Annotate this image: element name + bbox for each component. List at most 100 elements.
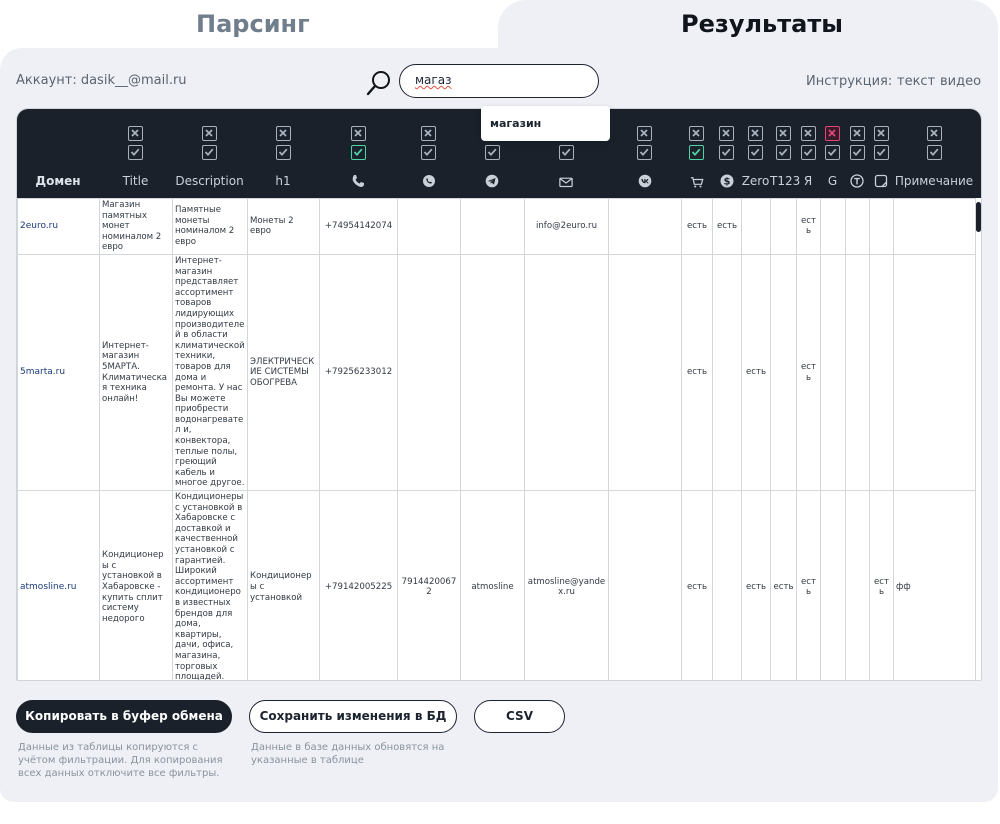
include-filter-checkbox[interactable]: [719, 145, 734, 160]
cell-zero[interactable]: [741, 198, 771, 255]
include-filter-checkbox[interactable]: [926, 145, 942, 160]
cell-zero[interactable]: есть: [741, 490, 771, 680]
cell-note[interactable]: фф: [893, 490, 976, 680]
cell-whatsapp[interactable]: [397, 253, 461, 492]
header-label[interactable]: Я: [796, 174, 820, 188]
cell-whatsapp[interactable]: [397, 198, 461, 255]
cell-g[interactable]: [820, 253, 846, 492]
cell-sq[interactable]: есть: [869, 490, 894, 680]
exclude-filter-checkbox[interactable]: [637, 126, 652, 141]
include-filter-checkbox[interactable]: [558, 145, 574, 160]
cell-title[interactable]: Интернет-магазин 5МАРТА. Климатическая т…: [99, 253, 173, 492]
cell-email[interactable]: atmosline@yandex.ru: [524, 490, 609, 680]
tab-results-label[interactable]: Результаты: [681, 10, 843, 38]
cell-description[interactable]: Памятные монеты номиналом 2 евро: [172, 198, 248, 255]
cell-cart[interactable]: есть: [681, 253, 713, 492]
search-input[interactable]: магаз: [399, 64, 599, 98]
table-row[interactable]: 5marta.ru Интернет-магазин 5МАРТА. Климат…: [17, 253, 976, 492]
cell-cart[interactable]: есть: [681, 198, 713, 255]
exclude-filter-checkbox[interactable]: [719, 126, 734, 141]
cell-ya[interactable]: есть: [796, 253, 821, 492]
cell-t[interactable]: [845, 490, 870, 680]
cell-g[interactable]: [820, 198, 846, 255]
header-label[interactable]: G: [820, 174, 845, 188]
include-filter-checkbox[interactable]: [800, 145, 816, 160]
include-filter-checkbox[interactable]: [873, 145, 889, 160]
include-filter-checkbox[interactable]: [825, 145, 840, 160]
cell-title[interactable]: Магазин памятных монет номиналом 2 евро: [99, 198, 173, 255]
header-label[interactable]: h1: [247, 174, 319, 188]
cell-sq[interactable]: [869, 253, 894, 492]
include-filter-checkbox[interactable]: [128, 145, 143, 160]
copy-to-clipboard-button[interactable]: Копировать в буфер обмена: [16, 700, 232, 733]
include-filter-checkbox[interactable]: [775, 145, 791, 160]
exclude-filter-checkbox[interactable]: [128, 126, 143, 141]
cell-zero[interactable]: есть: [741, 253, 771, 492]
cell-email[interactable]: info@2euro.ru: [524, 198, 609, 255]
cell-title[interactable]: Кондиционеры с установкой в Хабаровске -…: [99, 490, 173, 680]
cell-telegram[interactable]: [460, 253, 525, 492]
table-row[interactable]: atmosline.ru Кондиционеры с установкой в …: [17, 490, 976, 680]
cell-vk[interactable]: [608, 198, 682, 255]
cell-phone[interactable]: +79142005225: [319, 490, 398, 680]
exclude-filter-checkbox[interactable]: [421, 126, 436, 141]
instruction-video-link[interactable]: видео: [940, 74, 981, 89]
scrollbar[interactable]: [976, 202, 981, 232]
exclude-filter-checkbox[interactable]: [689, 126, 704, 141]
include-filter-checkbox[interactable]: [421, 145, 436, 160]
tab-parse-label[interactable]: Парсинг: [196, 10, 310, 38]
table-body[interactable]: 2euro.ru Магазин памятных монет номиналом…: [17, 198, 981, 680]
cell-description[interactable]: Кондиционеры с установкой в Хабаровске с…: [172, 490, 248, 680]
include-filter-checkbox[interactable]: [484, 145, 500, 160]
cell-sq[interactable]: [869, 198, 894, 255]
exclude-filter-checkbox[interactable]: [275, 126, 291, 141]
cell-g[interactable]: [820, 490, 846, 680]
include-filter-checkbox[interactable]: [637, 145, 652, 160]
cell-telegram[interactable]: [460, 198, 525, 255]
cell-whatsapp[interactable]: 79144200672: [397, 490, 461, 680]
exclude-filter-checkbox[interactable]: [873, 126, 889, 141]
exclude-filter-checkbox[interactable]: [748, 126, 763, 141]
cell-t[interactable]: [845, 198, 870, 255]
cell-t123[interactable]: [770, 253, 797, 492]
cell-t[interactable]: [845, 253, 870, 492]
cell-email[interactable]: [524, 253, 609, 492]
cell-h1[interactable]: Монеты 2 евро: [247, 198, 320, 255]
cell-cart[interactable]: есть: [681, 490, 713, 680]
table-row[interactable]: 2euro.ru Магазин памятных монет номиналом…: [17, 198, 976, 255]
exclude-filter-checkbox[interactable]: [849, 126, 865, 141]
cell-dollar[interactable]: [712, 253, 742, 492]
save-to-db-button[interactable]: Сохранить изменения в БД: [249, 700, 457, 733]
exclude-filter-checkbox[interactable]: [202, 126, 217, 141]
include-filter-checkbox[interactable]: [350, 145, 366, 160]
header-label[interactable]: Примечание: [893, 174, 975, 188]
include-filter-checkbox[interactable]: [275, 145, 291, 160]
cell-telegram[interactable]: atmosline: [460, 490, 525, 680]
cell-phone[interactable]: +79256233012: [319, 253, 398, 492]
cell-vk[interactable]: [608, 490, 682, 680]
header-label[interactable]: Zero: [741, 174, 770, 188]
include-filter-checkbox[interactable]: [748, 145, 763, 160]
search-icon[interactable]: [366, 70, 392, 96]
cell-domain[interactable]: atmosline.ru: [17, 490, 100, 680]
exclude-filter-checkbox[interactable]: [800, 126, 816, 141]
header-label[interactable]: T123: [770, 174, 800, 188]
cell-domain[interactable]: 2euro.ru: [17, 198, 100, 255]
search-suggestion[interactable]: магазин: [481, 106, 610, 141]
exclude-filter-checkbox[interactable]: [775, 126, 791, 141]
cell-description[interactable]: Интернет-магазин представляет ассортимен…: [172, 253, 248, 492]
cell-t123[interactable]: есть: [770, 490, 797, 680]
cell-phone[interactable]: +74954142074: [319, 198, 398, 255]
include-filter-checkbox[interactable]: [689, 145, 704, 160]
cell-note[interactable]: [893, 198, 976, 255]
cell-ya[interactable]: есть: [796, 490, 821, 680]
header-label[interactable]: Title: [99, 174, 172, 188]
cell-dollar[interactable]: [712, 490, 742, 680]
exclude-filter-checkbox[interactable]: [350, 126, 366, 141]
cell-h1[interactable]: ЭЛЕКТРИЧЕСКИЕ СИСТЕМЫ ОБОГРЕВА: [247, 253, 320, 492]
exclude-filter-checkbox[interactable]: [825, 126, 840, 141]
exclude-filter-checkbox[interactable]: [926, 126, 942, 141]
instruction-text-link[interactable]: текст: [897, 74, 935, 89]
cell-dollar[interactable]: есть: [712, 198, 742, 255]
include-filter-checkbox[interactable]: [202, 145, 217, 160]
